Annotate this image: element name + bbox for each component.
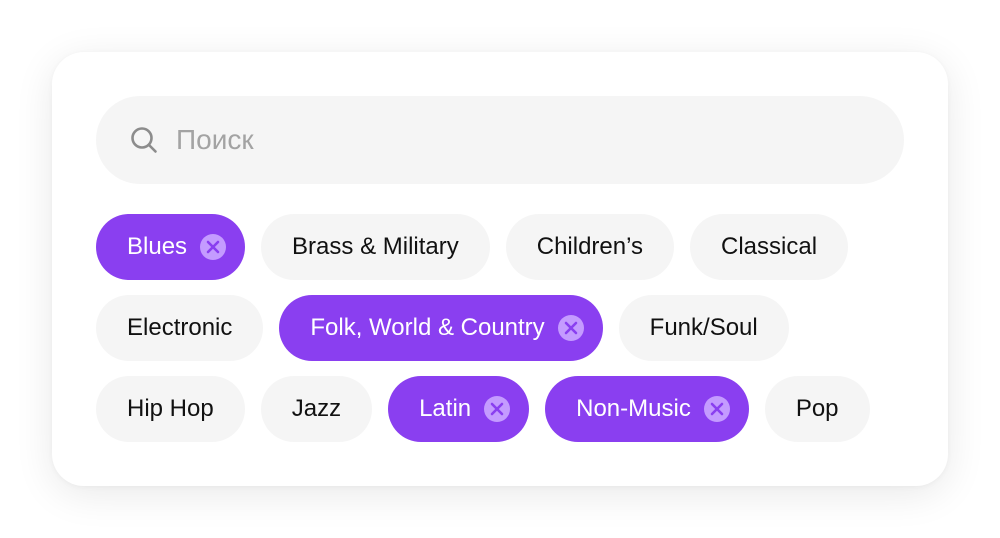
genre-tag-blues[interactable]: Blues (96, 214, 246, 280)
tag-label: Classical (721, 233, 818, 260)
search-icon (131, 127, 157, 153)
genre-tag-list: Blues Brass & Military Children’s Classi… (96, 214, 912, 457)
tag-label: Latin (419, 395, 472, 422)
tag-label: Brass & Military (292, 233, 459, 260)
genre-tag-classical[interactable]: Classical (690, 214, 849, 280)
tag-label: Folk, World & Country (310, 314, 545, 341)
genre-tag-folk-world-country[interactable]: Folk, World & Country (279, 295, 603, 361)
genre-tag-electronic[interactable]: Electronic (96, 295, 264, 361)
tag-row: Hip Hop Jazz Latin Non-Music Pop (96, 376, 912, 442)
genre-tag-latin[interactable]: Latin (388, 376, 530, 442)
genre-tag-non-music[interactable]: Non-Music (545, 376, 749, 442)
search-bar[interactable] (96, 96, 904, 184)
genre-filter-card: Blues Brass & Military Children’s Classi… (52, 52, 948, 486)
genre-tag-brass-military[interactable]: Brass & Military (261, 214, 490, 280)
tag-label: Jazz (291, 395, 342, 422)
tag-label: Non-Music (576, 395, 691, 422)
genre-tag-childrens[interactable]: Children’s (505, 214, 675, 280)
genre-tag-pop[interactable]: Pop (764, 376, 870, 442)
genre-tag-jazz[interactable]: Jazz (260, 376, 373, 442)
remove-tag-icon[interactable] (703, 395, 731, 423)
genre-tag-funk-soul[interactable]: Funk/Soul (618, 295, 789, 361)
search-input[interactable] (176, 96, 876, 184)
tag-row: Electronic Folk, World & Country Funk/So… (96, 295, 912, 361)
tag-label: Pop (795, 395, 839, 422)
remove-tag-icon[interactable] (199, 233, 227, 261)
remove-tag-icon[interactable] (557, 314, 585, 342)
remove-tag-icon[interactable] (483, 395, 511, 423)
tag-label: Funk/Soul (649, 314, 758, 341)
tag-label: Hip Hop (127, 395, 214, 422)
tag-row: Blues Brass & Military Children’s Classi… (96, 214, 912, 280)
tag-label: Electronic (127, 314, 233, 341)
tag-label: Children’s (536, 233, 644, 260)
tag-label: Blues (127, 233, 188, 260)
genre-tag-hip-hop[interactable]: Hip Hop (96, 376, 245, 442)
